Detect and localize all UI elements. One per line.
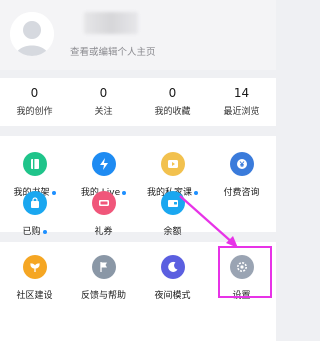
- new-dot: [42, 229, 47, 234]
- tile-feedback[interactable]: 反馈与帮助: [69, 255, 138, 302]
- stat-favorites[interactable]: 0 我的收藏: [138, 78, 207, 126]
- profile-card[interactable]: 查看或编辑个人主页: [0, 0, 276, 70]
- services-grid: 我的书架 我的 Live 我的私家课 付费咨询 已购 礼券 余额: [0, 136, 276, 237]
- stat-creations[interactable]: 0 我的创作: [0, 78, 69, 126]
- video-course-icon: [160, 152, 185, 176]
- avatar[interactable]: [10, 12, 54, 56]
- username-redacted: [84, 12, 138, 34]
- profile-hint: 查看或编辑个人主页: [70, 47, 156, 58]
- tile-label: 付费咨询: [223, 188, 260, 198]
- stat-label: 我的创作: [16, 107, 53, 117]
- wallet-icon: [160, 191, 185, 215]
- tile-label: 已购: [22, 227, 41, 237]
- stat-label: 我的收藏: [154, 107, 191, 117]
- flag-icon: [91, 255, 116, 279]
- moon-icon: [160, 255, 185, 279]
- yen-consult-icon: [229, 152, 254, 176]
- tile-label: 礼券: [94, 227, 113, 237]
- bookshelf-icon: [22, 152, 47, 176]
- tile-label: 夜间模式: [154, 291, 191, 301]
- stat-recent[interactable]: 14 最近浏览: [207, 78, 276, 126]
- sprout-icon: [22, 255, 47, 279]
- default-avatar-icon: [10, 12, 54, 56]
- settings-highlight-box: [218, 246, 272, 298]
- tile-community[interactable]: 社区建设: [0, 255, 69, 302]
- coupon-icon: [91, 191, 116, 215]
- stat-label: 关注: [94, 107, 113, 117]
- tile-balance[interactable]: 余额: [138, 191, 207, 238]
- stat-value: 0: [99, 86, 108, 100]
- purchased-bag-icon: [22, 191, 47, 215]
- tile-label: 余额: [163, 227, 182, 237]
- stats-bar: 0 我的创作 0 关注 0 我的收藏 14 最近浏览: [0, 78, 276, 126]
- stat-following[interactable]: 0 关注: [69, 78, 138, 126]
- stat-label: 最近浏览: [223, 107, 260, 117]
- stat-value: 14: [233, 86, 250, 100]
- tile-label: 社区建设: [16, 291, 53, 301]
- tile-paid-consult[interactable]: 付费咨询: [207, 152, 276, 199]
- stat-value: 0: [168, 86, 177, 100]
- tile-night-mode[interactable]: 夜间模式: [138, 255, 207, 302]
- stat-value: 0: [30, 86, 39, 100]
- tile-purchased[interactable]: 已购: [0, 191, 69, 238]
- lightning-icon: [91, 152, 116, 176]
- tile-coupons[interactable]: 礼券: [69, 191, 138, 238]
- tile-label: 反馈与帮助: [80, 291, 126, 301]
